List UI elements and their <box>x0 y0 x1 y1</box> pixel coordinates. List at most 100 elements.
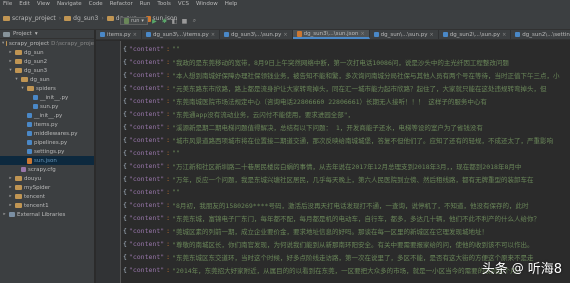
code-line[interactable]: 481{"content":"" <box>123 43 570 54</box>
tree-item-settings-py[interactable]: settings.py <box>0 147 94 156</box>
expand-right-icon[interactable]: ▸ <box>8 185 13 190</box>
tree-item-init-py[interactable]: __init__.py <box>0 93 94 102</box>
close-icon[interactable]: × <box>283 32 287 38</box>
tree-item-label: spiders <box>36 85 56 92</box>
expand-right-icon[interactable]: ▸ <box>8 194 13 199</box>
close-icon[interactable]: × <box>430 32 434 38</box>
code-line[interactable]: 485{"content":"东莞南城医院市场法规定中心（咨询电话2280666… <box>123 95 570 106</box>
code-line[interactable]: 490{"content":"万江新和社区新圳路二十巷居民楼房白蜗的事情，从去年… <box>123 160 570 171</box>
tree-item-spiders[interactable]: ▾ spiders <box>0 84 94 93</box>
project-icon <box>3 31 10 37</box>
tree-item-pipelines-py[interactable]: pipelines.py <box>0 138 94 147</box>
expand-down-icon[interactable]: ▾ <box>8 68 13 73</box>
tree-item-scrapy-cfg[interactable]: scrapy.cfg <box>0 165 94 174</box>
chevron-right-icon: › <box>58 15 62 22</box>
json-brace: { <box>123 44 127 53</box>
tree-item-sun-py[interactable]: sun.py <box>0 102 94 111</box>
close-icon[interactable]: × <box>360 31 364 37</box>
expand-right-icon[interactable]: ▸ <box>8 50 13 55</box>
code-area[interactable]: 481{"content":"" 482{"content":"我政的是东莞移动的… <box>123 41 570 283</box>
code-line[interactable]: 491{"content":"万年，反应一个问题，我是东城兴塘社区居民，几乎每天… <box>123 173 570 184</box>
editor-tab[interactable]: dg_sun3\...\items.py × <box>142 30 221 39</box>
json-value: "2014年，东莞招大好家附近，从属目的的以看到在东莞，一区要把大众多的市场，就… <box>172 266 524 275</box>
tree-item-dg-sun3[interactable]: ▾ dg_sun3 <box>0 66 94 75</box>
tree-item-init-py[interactable]: __init__.py <box>0 111 94 120</box>
tree-item-tencent1[interactable]: ▸ tencent1 <box>0 201 94 210</box>
editor-tab[interactable]: dg_sun2\...\settings.py× <box>511 30 570 39</box>
code-line[interactable]: 487{"content":"溪源新是期二期电梯问题值得解决，总结有以下问题： … <box>123 121 570 132</box>
code-line[interactable]: 492{"content":"" <box>123 186 570 197</box>
code-editor[interactable]: 481{"content":"" 482{"content":"我政的是东莞移动的… <box>96 41 570 283</box>
editor-tab[interactable]: dg_sun\...\sun.py × <box>370 30 439 39</box>
menu-item-edit[interactable]: Edit <box>19 1 30 7</box>
menu-item-code[interactable]: Code <box>89 1 103 7</box>
search-icon[interactable]: ⌕ <box>191 17 198 25</box>
python-file-icon <box>224 32 230 37</box>
code-line[interactable]: 484{"content":"元美东路东市欣路，路上都是流身护让大家转弯掉头，同… <box>123 82 570 93</box>
tree-item-tencent[interactable]: ▸ tencent <box>0 192 94 201</box>
debug-icon[interactable]: ✱ <box>161 18 168 25</box>
folder-icon <box>15 176 22 181</box>
expand-right-icon[interactable]: ▸ <box>8 59 13 64</box>
code-line[interactable]: 495{"content":"莞城区素的列前一期，成立企业要价金，要求地址信息的… <box>123 225 570 236</box>
code-line[interactable]: 482{"content":"我政的是东莞移动的宽带，8月9日上午突然网络中断，… <box>123 56 570 67</box>
code-line[interactable]: 494{"content":"东莞东城，富锦电子厂东门，每年都不配，每月都是机的… <box>123 212 570 223</box>
expand-down-icon[interactable]: ▾ <box>20 86 25 91</box>
menu-item-run[interactable]: Run <box>140 1 151 7</box>
json-brace: { <box>123 122 127 131</box>
tree-item-label: dg_sun2 <box>24 58 48 65</box>
menu-item-vcs[interactable]: VCS <box>178 1 189 7</box>
expand-down-icon[interactable]: ▾ <box>2 41 4 46</box>
expand-right-icon[interactable]: ▸ <box>8 203 13 208</box>
tree-item-dg-sun[interactable]: ▾ dg_sun <box>0 75 94 84</box>
json-value: "" <box>172 148 180 157</box>
expand-down-icon[interactable]: ▾ <box>14 77 19 82</box>
json-value: "东莞通app没有流动业务，云闪付不能使用，要求进园全部"， <box>172 110 355 119</box>
folder-icon <box>106 16 114 21</box>
tree-item-items-py[interactable]: items.py <box>0 120 94 129</box>
tree-item-scrapy-project[interactable]: ▾ scrapy_project D:\scrapy_proje <box>0 39 94 48</box>
editor-tab[interactable]: dg_sun2\...\sun.py × <box>439 30 512 39</box>
editor-tab[interactable]: items.py × <box>96 30 142 39</box>
code-line[interactable]: 483{"content":"本人想到南城好保障办理社保领钱业务，被告知不能和繁… <box>123 69 570 80</box>
code-line[interactable]: 496{"content":"尊敬的南城区长，你们南官发现，为何说我们能到从新那… <box>123 238 570 249</box>
menu-item-refactor[interactable]: Refactor <box>110 1 133 7</box>
tree-item-douyu[interactable]: ▸ douyu <box>0 174 94 183</box>
run-icon[interactable]: ▶ <box>151 18 158 25</box>
tree-item-middlewares-py[interactable]: middlewares.py <box>0 129 94 138</box>
tree-item-myspider[interactable]: ▸ mySpider <box>0 183 94 192</box>
code-line[interactable]: 488{"content":"城市风景道路西项城市将在位置接二期道交通，那次反映… <box>123 134 570 145</box>
close-icon[interactable]: × <box>502 32 506 38</box>
breadcrumb-project[interactable]: scrapy_project <box>3 15 56 22</box>
code-line[interactable]: 493{"content":"8月初，我朋友的1580269****号码，激活后… <box>123 199 570 210</box>
close-icon[interactable]: × <box>211 32 215 38</box>
json-brace: { <box>123 174 127 183</box>
stop-icon[interactable]: ■ <box>181 18 188 25</box>
menu-item-navigate[interactable]: Navigate <box>57 1 82 7</box>
menu-item-window[interactable]: Window <box>196 1 218 7</box>
tree-item-sun-json[interactable]: sun.json <box>0 156 94 165</box>
python-file-icon <box>33 95 38 100</box>
tree-item-dg-sun2[interactable]: ▸ dg_sun2 <box>0 57 94 66</box>
tree-item-dg-sun[interactable]: ▸ dg_sun <box>0 48 94 57</box>
menu-item-help[interactable]: Help <box>225 1 238 7</box>
json-key: "content" <box>128 148 165 157</box>
tree-item-external-libraries[interactable]: ▸ External Libraries <box>0 210 94 219</box>
json-key: "content" <box>128 239 165 248</box>
code-line[interactable]: 489{"content":"" <box>123 147 570 158</box>
run-config-select[interactable]: run ▾ <box>120 17 148 25</box>
expand-right-icon[interactable]: ▸ <box>2 212 7 217</box>
menu-item-file[interactable]: File <box>3 1 12 7</box>
coverage-icon[interactable]: ◧ <box>171 18 178 25</box>
close-icon[interactable]: × <box>133 32 137 38</box>
json-colon: : <box>166 57 171 66</box>
menu-item-tools[interactable]: Tools <box>157 1 171 7</box>
expand-right-icon[interactable]: ▸ <box>8 176 13 181</box>
editor-tab[interactable]: dg_sun3\...\sun.json × <box>292 30 370 39</box>
json-key: "content" <box>128 265 165 274</box>
menu-item-view[interactable]: View <box>37 1 50 7</box>
editor-tab[interactable]: dg_sun3\...\sun.py × <box>220 30 293 39</box>
breadcrumb-dg-sun3[interactable]: dg_sun3 <box>64 15 98 22</box>
chevron-down-icon[interactable]: ▾ <box>35 31 38 37</box>
code-line[interactable]: 486{"content":"东莞通app没有流动业务，云闪付不能使用，要求进园… <box>123 108 570 119</box>
